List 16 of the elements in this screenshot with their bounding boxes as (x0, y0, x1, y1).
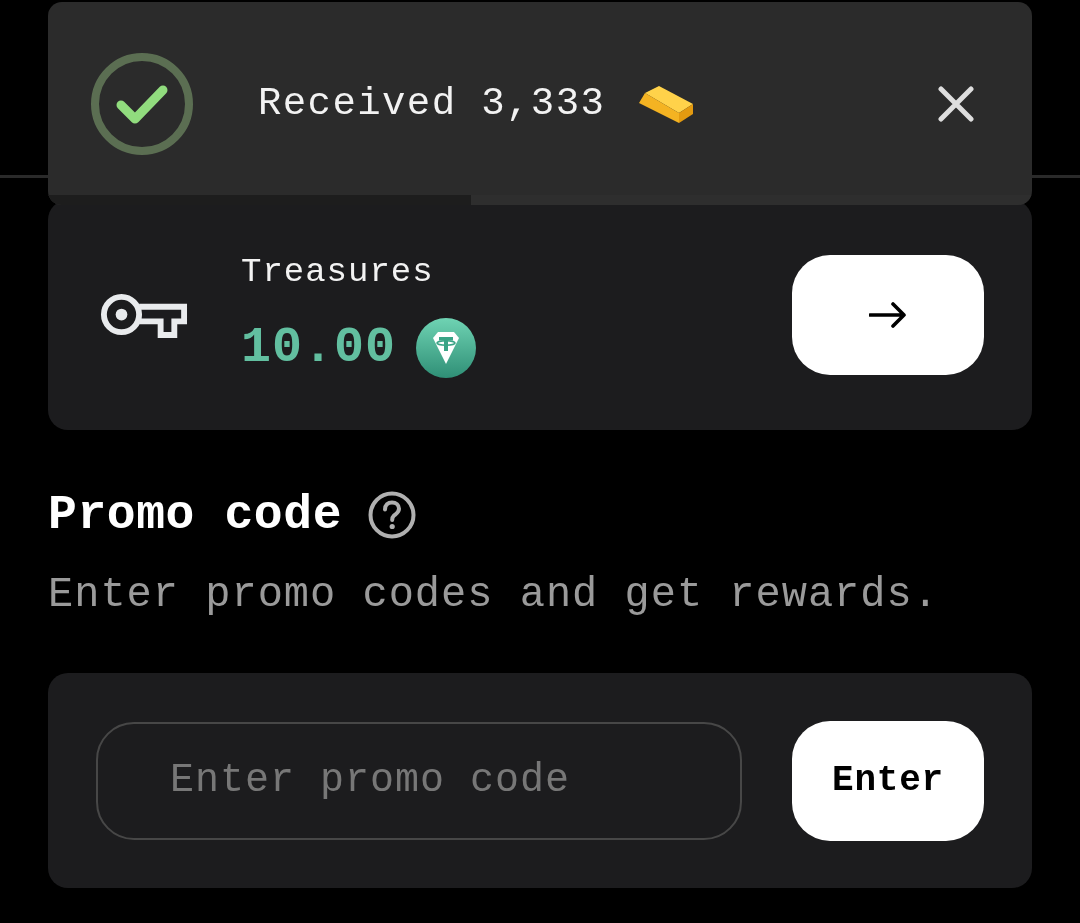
ingot-icon (637, 83, 696, 124)
treasures-amount: 10.00 (241, 318, 397, 378)
diamond-coin-icon (416, 318, 477, 378)
arrow-right-icon (869, 302, 907, 328)
treasures-title: Treasures (241, 252, 435, 292)
check-circle-icon (90, 51, 194, 156)
enter-button[interactable]: Enter (792, 720, 984, 841)
key-icon (100, 291, 188, 339)
close-icon (938, 85, 974, 122)
toast-message: Received 3,333 (258, 80, 606, 128)
help-icon[interactable] (368, 491, 417, 539)
close-button[interactable] (938, 85, 974, 122)
arrow-button[interactable] (792, 255, 984, 375)
promo-code-input[interactable]: Enter promo code (96, 721, 742, 840)
promo-code-heading: Promo code (48, 487, 343, 543)
promo-description: Enter promo codes and get rewards. (48, 570, 940, 620)
